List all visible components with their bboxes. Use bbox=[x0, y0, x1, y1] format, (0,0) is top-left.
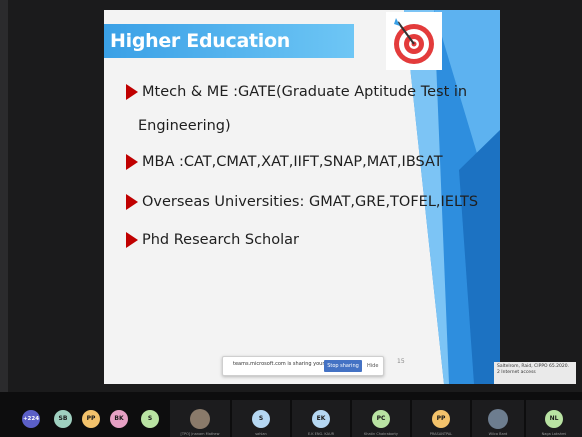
participant-tile[interactable]: PC Khatin Chakraborty bbox=[352, 400, 410, 437]
participant-tile[interactable]: EK E.K ENG. KAUR bbox=[292, 400, 350, 437]
bullet-arrow-icon bbox=[126, 84, 138, 100]
slide-number: 15 bbox=[397, 358, 405, 365]
participant-avatar: PP bbox=[432, 410, 450, 428]
participant-tile[interactable]: NL Naga Lakshmi bbox=[526, 400, 582, 437]
participant-avatar: S bbox=[252, 410, 270, 428]
participant-name: Wilca Bard bbox=[488, 432, 508, 436]
participant-name: sahlan bbox=[255, 432, 267, 436]
participant-name: E.K ENG. KAUR bbox=[307, 432, 335, 436]
participant-tile[interactable]: S sahlan bbox=[232, 400, 290, 437]
participant-avatar: NL bbox=[545, 410, 563, 428]
shared-screen-stage: Higher Education Mtech & ME :GATE(Gradua… bbox=[0, 0, 582, 392]
participant-name: Naga Lakshmi bbox=[541, 432, 567, 436]
bullet-text-continued: Engineering) bbox=[138, 118, 231, 134]
participant-avatar[interactable]: BK bbox=[110, 410, 128, 428]
bullet-text: Overseas Universities: GMAT,GRE,TOFEL,IE… bbox=[142, 194, 479, 210]
participant-photo bbox=[488, 409, 508, 429]
participant-avatar: EK bbox=[312, 410, 330, 428]
left-edge-bar bbox=[0, 0, 8, 392]
bullet-text: Mtech & ME :GATE(Graduate Aptitude Test … bbox=[142, 84, 468, 100]
overflow-participants-badge[interactable]: +224 bbox=[22, 410, 40, 428]
presentation-slide: Higher Education Mtech & ME :GATE(Gradua… bbox=[104, 10, 500, 384]
hide-button[interactable]: Hide bbox=[367, 360, 378, 372]
slide-title-bar: Higher Education bbox=[104, 24, 354, 58]
stop-sharing-button[interactable]: Stop sharing bbox=[324, 360, 362, 372]
participant-photo bbox=[190, 409, 210, 429]
bullet-arrow-icon bbox=[126, 154, 138, 170]
participant-avatar[interactable]: SB bbox=[54, 410, 72, 428]
bullet-mtech: Mtech & ME :GATE(Graduate Aptitude Test … bbox=[126, 82, 486, 152]
bullet-text: Phd Research Scholar bbox=[142, 232, 299, 248]
participant-tile[interactable]: PP PRASANTPAL bbox=[412, 400, 470, 437]
notification-toast[interactable]: Saltelrom, Raid, CIPPO 65.2020. 2 Intern… bbox=[494, 362, 576, 384]
bullet-arrow-icon bbox=[126, 232, 138, 248]
screen-share-banner: teams.microsoft.com is sharing your scre… bbox=[222, 356, 384, 376]
slide-title: Higher Education bbox=[110, 30, 290, 52]
participant-name: Khatin Chakraborty bbox=[364, 432, 398, 436]
bullet-arrow-icon bbox=[126, 194, 138, 210]
target-icon bbox=[386, 12, 442, 70]
participant-tile[interactable]: Wilca Bard bbox=[472, 400, 524, 437]
participant-name: [TPO] Jnanam Mathew bbox=[180, 432, 220, 436]
participant-avatar: PC bbox=[372, 410, 390, 428]
participant-name: PRASANTPAL bbox=[429, 432, 453, 436]
bullet-text: MBA :CAT,CMAT,XAT,IIFT,SNAP,MAT,IBSAT bbox=[142, 154, 443, 170]
participant-avatar[interactable]: S bbox=[141, 410, 159, 428]
participant-avatar[interactable]: PP bbox=[82, 410, 100, 428]
participant-tile[interactable]: [TPO] Jnanam Mathew bbox=[170, 400, 230, 437]
